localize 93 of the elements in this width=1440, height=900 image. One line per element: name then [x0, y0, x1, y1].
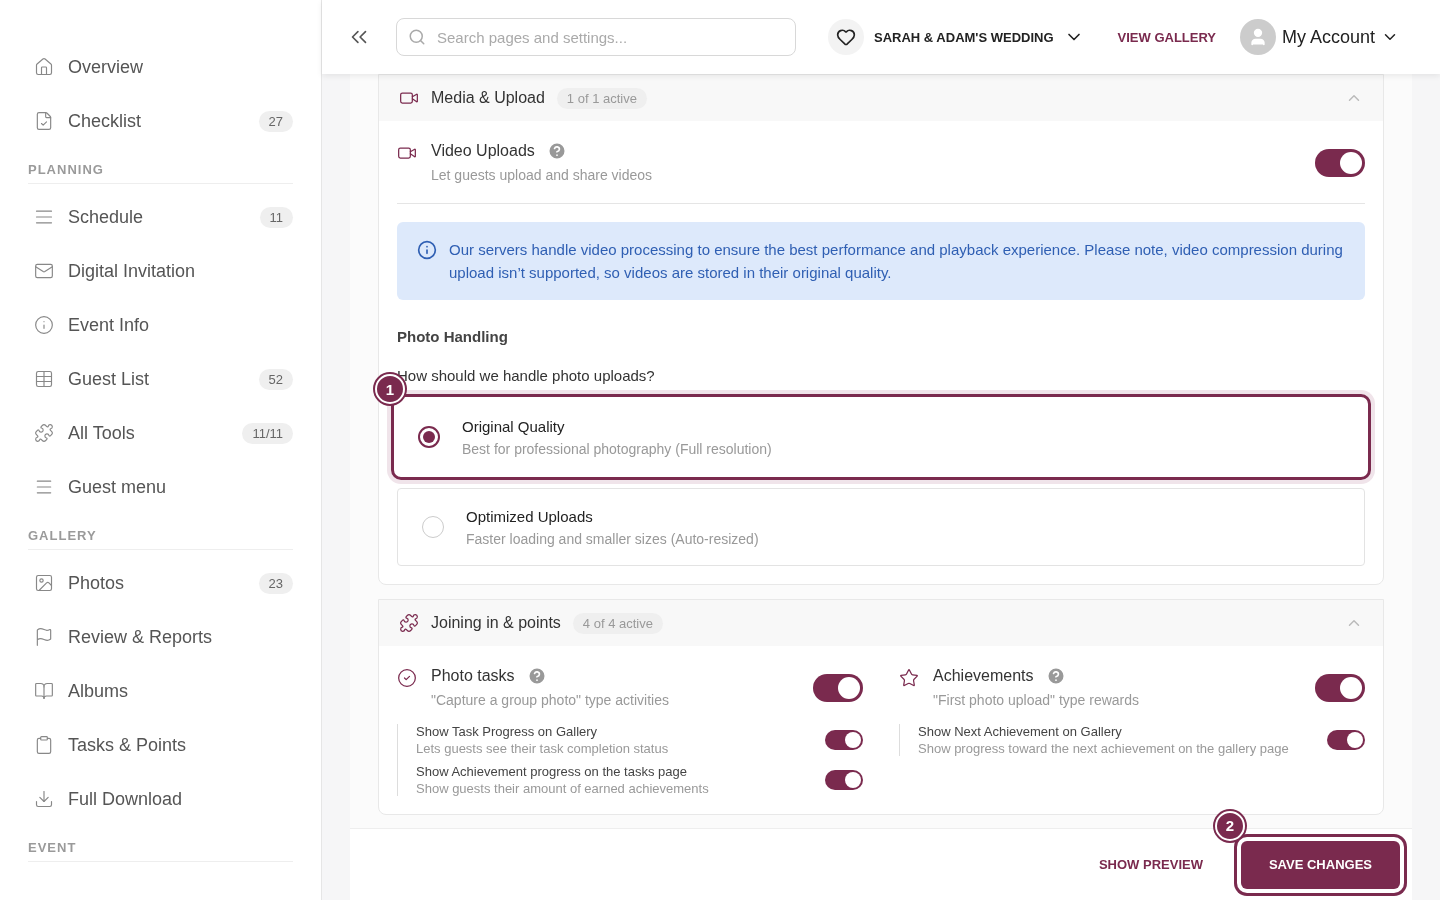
- option-title: Optimized Uploads: [466, 507, 594, 525]
- star-icon: [899, 668, 919, 688]
- account-menu[interactable]: My Account: [1234, 18, 1406, 56]
- help-icon[interactable]: [546, 141, 567, 161]
- sidebar-item-label: Schedule: [68, 206, 145, 228]
- sidebar-item[interactable]: Checklist 27: [28, 94, 293, 148]
- sidebar-item[interactable]: Schedule 11: [28, 190, 293, 244]
- toggle-switch[interactable]: [825, 770, 863, 790]
- info-text: Our servers handle video processing to ensure the best performance and playback experience. Please note, video compression during upload isn’t supported, so videos are stored in their original quality.: [449, 240, 1344, 283]
- toggle-switch[interactable]: [1327, 730, 1365, 750]
- option-description: Best for professional photography (Full resolution): [462, 440, 773, 457]
- card-header[interactable]: Joining in & points 4 of 4 active: [379, 600, 1383, 646]
- avatar-icon: [1240, 19, 1277, 55]
- sidebar-item[interactable]: Tasks & Points: [28, 718, 293, 772]
- puzzle-icon: [34, 423, 54, 443]
- feature-description: "Capture a group photo" type activities: [431, 692, 670, 708]
- sidebar-item-label: All Tools: [68, 422, 136, 444]
- sidebar-item[interactable]: Overview: [28, 40, 293, 94]
- subsection-heading: Photo Handling: [397, 328, 509, 345]
- option-description: Show guests their amount of earned achievements: [416, 781, 710, 796]
- feature-title: Video Uploads: [431, 142, 535, 160]
- card-header[interactable]: Media & Upload 1 of 1 active: [379, 75, 1383, 121]
- clipboard-icon: [34, 735, 54, 755]
- option-description: Faster loading and smaller sizes (Auto-resized): [466, 530, 760, 547]
- sidebar-item[interactable]: Event Info: [28, 298, 293, 352]
- sidebar-item[interactable]: All Tools 11/11: [28, 406, 293, 460]
- sidebar-item[interactable]: Photos 23: [28, 556, 293, 610]
- option-title: Show Next Achievement on Gallery: [918, 724, 1123, 739]
- count-badge: 27: [258, 110, 293, 132]
- toggle-switch[interactable]: [813, 674, 863, 702]
- step-marker: 2: [1214, 810, 1245, 841]
- sidebar-item[interactable]: Review & Reports: [28, 610, 293, 664]
- info-icon: [34, 315, 54, 335]
- sidebar-item[interactable]: Digital Invitation: [28, 244, 293, 298]
- sidebar-item-label: Event Info: [68, 314, 151, 336]
- active-count: 4 of 4 active: [572, 612, 663, 634]
- card-title: Joining in & points: [431, 614, 561, 632]
- event-name: SARAH & ADAM'S WEDDING: [874, 29, 1054, 45]
- check-circle-icon: [397, 668, 417, 688]
- radio-button[interactable]: [418, 426, 440, 448]
- account-label: My Account: [1282, 26, 1376, 48]
- envelope-icon: [34, 261, 54, 281]
- show-preview-button[interactable]: SHOW PREVIEW: [1092, 856, 1209, 873]
- sidebar-item-label: Full Download: [68, 788, 184, 810]
- info-icon: [417, 240, 437, 260]
- sidebar-item[interactable]: Full Download: [28, 772, 293, 826]
- feature-description: "First photo upload" type rewards: [933, 692, 1141, 708]
- count-badge: 11/11: [242, 422, 293, 444]
- radio-option[interactable]: Optimized Uploads Faster loading and smaller sizes (Auto-resized): [397, 488, 1365, 566]
- sidebar-item-label: Guest List: [68, 368, 151, 390]
- feature-title: Photo tasks: [431, 667, 515, 685]
- sidebar-item-label: Tasks & Points: [68, 734, 188, 756]
- puzzle-icon: [399, 613, 419, 633]
- card-title: Media & Upload: [431, 89, 545, 107]
- section-heading: PLANNING: [28, 148, 293, 184]
- section-heading: GALLERY: [28, 514, 293, 550]
- download-icon: [34, 789, 54, 809]
- sidebar-item-label: Photos: [68, 572, 126, 594]
- option-description: Lets guests see their task completion status: [416, 741, 670, 756]
- option-title: Original Quality: [462, 417, 566, 435]
- sidebar-item-label: Guest menu: [68, 476, 168, 498]
- toggle-switch[interactable]: [825, 730, 863, 750]
- count-badge: 11: [259, 206, 293, 228]
- option-title: Show Task Progress on Gallery: [416, 724, 599, 739]
- view-gallery-link[interactable]: VIEW GALLERY: [1117, 29, 1217, 45]
- count-badge: 52: [258, 368, 293, 390]
- book-icon: [34, 681, 54, 701]
- help-icon[interactable]: [526, 666, 547, 686]
- table-icon: [34, 369, 54, 389]
- count-badge: 23: [258, 572, 293, 594]
- event-selector[interactable]: SARAH & ADAM'S WEDDING: [822, 18, 1090, 56]
- toggle-switch[interactable]: [1315, 674, 1365, 702]
- sidebar-item[interactable]: Guest List 52: [28, 352, 293, 406]
- option-title: Show Achievement progress on the tasks page: [416, 764, 688, 779]
- sidebar-item-label: Review & Reports: [68, 626, 214, 648]
- active-count: 1 of 1 active: [556, 87, 647, 109]
- option-description: Show progress toward the next achievement on the gallery page: [918, 741, 1290, 756]
- sidebar-item-label: Overview: [68, 56, 144, 78]
- section-heading: EVENT: [28, 826, 293, 862]
- document-check-icon: [34, 111, 54, 131]
- image-icon: [34, 573, 54, 593]
- sidebar-item-label: Digital Invitation: [68, 260, 197, 282]
- toggle-switch[interactable]: [1315, 149, 1365, 177]
- search-field[interactable]: Search pages and settings...: [396, 18, 796, 56]
- feature-title: Achievements: [933, 667, 1034, 685]
- sidebar-item-label: Checklist: [68, 110, 143, 132]
- house-icon: [34, 57, 54, 77]
- flag-icon: [34, 627, 54, 647]
- help-icon[interactable]: [1045, 666, 1066, 686]
- sidebar-item[interactable]: Guest menu: [28, 460, 293, 514]
- sidebar-item[interactable]: Albums: [28, 664, 293, 718]
- feature-description: Let guests upload and share videos: [431, 167, 654, 183]
- sidebar-item-label: Albums: [68, 680, 130, 702]
